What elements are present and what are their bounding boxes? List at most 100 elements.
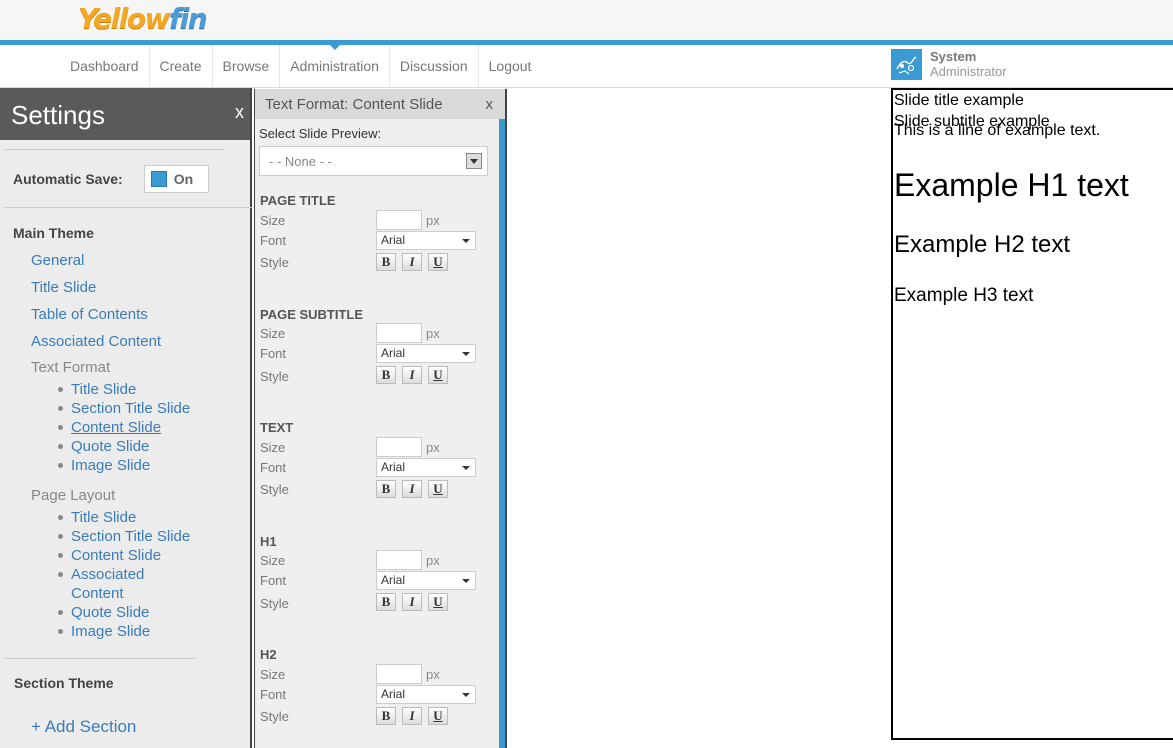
user-info: System Administrator (930, 49, 1007, 81)
settings-close-button[interactable]: x (235, 102, 244, 123)
text-format-close-button[interactable]: x (486, 96, 494, 113)
chevron-down-icon[interactable] (466, 153, 482, 169)
bold-button[interactable]: B (376, 593, 396, 611)
autosave-toggle[interactable]: On (143, 164, 209, 193)
style-label: Style (260, 369, 289, 384)
font-select[interactable]: Arial (376, 571, 476, 590)
page-layout-item[interactable]: Quote Slide (58, 603, 250, 622)
text-format-item-current[interactable]: Content Slide (58, 418, 250, 437)
nav-discussion[interactable]: Discussion (388, 45, 478, 87)
px-unit: px (426, 667, 440, 682)
font-select[interactable]: Arial (376, 231, 476, 250)
style-label: Style (260, 255, 289, 270)
underline-button[interactable]: U (428, 593, 448, 611)
main-theme-heading: Main Theme (13, 225, 94, 241)
yellowfin-logo[interactable]: Yellowfin (78, 2, 208, 35)
font-select[interactable]: Arial (376, 344, 476, 363)
link-title-slide[interactable]: Title Slide (0, 274, 250, 301)
nav-logout[interactable]: Logout (477, 45, 542, 87)
size-input[interactable] (376, 437, 422, 457)
link-general[interactable]: General (0, 247, 250, 274)
preview-h2: Example H2 text (894, 231, 1071, 258)
nav-browse[interactable]: Browse (211, 45, 280, 87)
divider (4, 207, 252, 208)
settings-panel: Settings x Automatic Save: On Main Theme… (0, 88, 252, 748)
underline-button[interactable]: U (428, 366, 448, 384)
nav-dashboard[interactable]: Dashboard (60, 45, 149, 87)
user-menu[interactable]: System Administrator (891, 49, 1007, 81)
text-format-item[interactable]: Section Title Slide (58, 399, 250, 418)
italic-button[interactable]: I (402, 593, 422, 611)
text-format-item[interactable]: Image Slide (58, 456, 250, 475)
font-label: Font (260, 460, 287, 475)
italic-button[interactable]: I (402, 366, 422, 384)
bold-button[interactable]: B (376, 253, 396, 271)
top-bar: Yellowfin (0, 0, 1173, 40)
format-block-heading: H2 (260, 647, 277, 662)
italic-button[interactable]: I (402, 253, 422, 271)
toggle-indicator (150, 170, 167, 187)
format-block-h2: H2 Size px Font Arial Style B I U (260, 647, 490, 725)
underline-button[interactable]: U (428, 707, 448, 725)
main-nav-bar: Dashboard Create Browse Administration D… (0, 44, 1173, 88)
page-layout-group-label: Page Layout (31, 487, 116, 504)
add-section-button[interactable]: + Add Section (0, 717, 250, 737)
page-layout-item[interactable]: Section Title Slide (58, 527, 250, 546)
format-block-page-subtitle: PAGE SUBTITLE Size px Font Arial Style B… (260, 307, 490, 384)
underline-button[interactable]: U (428, 253, 448, 271)
size-input[interactable] (376, 323, 422, 343)
bold-button[interactable]: B (376, 480, 396, 498)
size-input[interactable] (376, 210, 422, 230)
settings-title: Settings (11, 100, 105, 130)
slide-preview-select[interactable]: - - None - - (259, 146, 488, 176)
font-select[interactable]: Arial (376, 685, 476, 704)
format-block-h1: H1 Size px Font Arial Style B I U (260, 534, 490, 611)
italic-button[interactable]: I (402, 707, 422, 725)
style-buttons: B I U (376, 707, 454, 725)
bold-button[interactable]: B (376, 707, 396, 725)
autosave-label: Automatic Save: (13, 170, 123, 187)
item-label: Image Slide (71, 457, 151, 474)
user-name: System (930, 49, 977, 64)
italic-button[interactable]: I (402, 480, 422, 498)
main-nav: Dashboard Create Browse Administration D… (60, 44, 542, 87)
item-label: Title Slide (71, 381, 137, 398)
px-unit: px (426, 326, 440, 341)
text-format-item[interactable]: Title Slide (58, 380, 250, 399)
page-layout-item[interactable]: Associated Content (58, 565, 198, 603)
text-format-group-label: Text Format (31, 359, 111, 376)
size-input[interactable] (376, 550, 422, 570)
divider (4, 658, 196, 659)
page-layout-item[interactable]: Image Slide (58, 622, 250, 641)
logo-part2: fin (168, 2, 208, 35)
format-block-heading: H1 (260, 534, 277, 549)
slide-preview-value: - - None - - (269, 154, 332, 169)
nav-administration[interactable]: Administration (279, 44, 389, 87)
item-label: Content Slide (71, 547, 162, 564)
avatar[interactable] (891, 49, 922, 80)
font-select[interactable]: Arial (376, 458, 476, 477)
underline-button[interactable]: U (428, 480, 448, 498)
item-label: Section Title Slide (71, 528, 191, 545)
page-layout-item[interactable]: Title Slide (58, 508, 250, 527)
px-unit: px (426, 213, 440, 228)
text-format-item[interactable]: Quote Slide (58, 437, 250, 456)
item-label: Title Slide (71, 509, 137, 526)
link-table-of-contents[interactable]: Table of Contents (0, 301, 250, 328)
slide-preview-label: Select Slide Preview: (259, 126, 382, 141)
page-layout-item[interactable]: Content Slide (58, 546, 250, 565)
style-buttons: B I U (376, 593, 454, 611)
size-input[interactable] (376, 664, 422, 684)
nav-create[interactable]: Create (148, 45, 212, 87)
format-block-page-title: PAGE TITLE Size px Font Arial Style B I … (260, 193, 490, 271)
item-label: Associated Content (71, 566, 145, 602)
autosave-row: Automatic Save: On (0, 150, 250, 207)
item-label: Section Title Slide (71, 400, 191, 417)
settings-header: Settings x (0, 88, 250, 140)
link-associated-content[interactable]: Associated Content (0, 328, 250, 355)
size-label: Size (260, 326, 286, 341)
style-label: Style (260, 482, 289, 497)
bold-button[interactable]: B (376, 366, 396, 384)
panel-scrollbar[interactable] (499, 119, 505, 748)
item-label: Quote Slide (71, 604, 150, 621)
